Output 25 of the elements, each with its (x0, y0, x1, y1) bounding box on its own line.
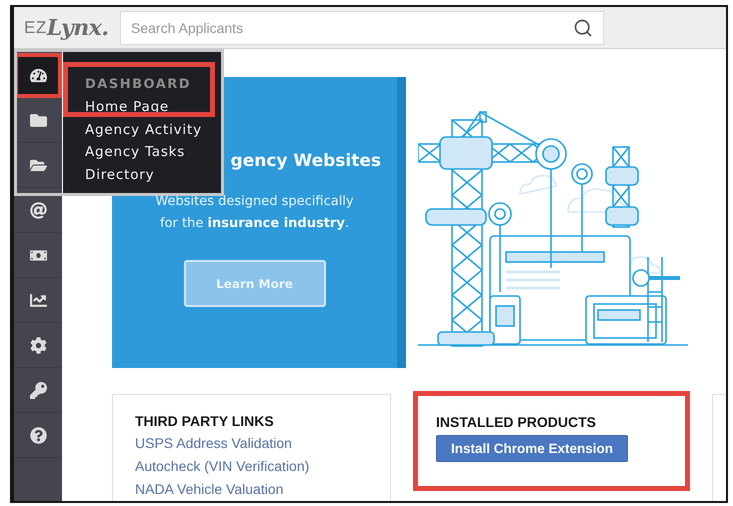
banner-title: gency Websites (230, 151, 381, 171)
search-field[interactable]: Search Applicants (120, 10, 604, 44)
card-title: INSTALLED PRODUCTS (436, 414, 597, 430)
banner-text: Websites designed specifically (155, 193, 354, 211)
menu-item[interactable]: Directory (85, 164, 221, 186)
search-icon[interactable] (573, 18, 593, 38)
logo[interactable]: EZLynx. (14, 8, 120, 48)
install-extension-button[interactable]: Install Chrome Extension (436, 435, 628, 462)
menu-item[interactable]: Home Page (85, 96, 221, 118)
settings-icon (30, 336, 46, 354)
sidebar-item[interactable] (14, 53, 62, 98)
card-title: THIRD PARTY LINKS (135, 413, 275, 429)
at-sign-icon (30, 202, 46, 218)
link[interactable]: NADA Vehicle Valuation (135, 481, 370, 498)
speedometer-icon (30, 66, 46, 84)
banner-text: for the insurance industry. (160, 215, 349, 233)
search-input[interactable]: Search Applicants (129, 18, 573, 36)
menu-item[interactable]: Agency Tasks (85, 141, 221, 164)
help-icon (30, 426, 46, 444)
link[interactable]: Autocheck (VIN Verification) (135, 458, 370, 475)
link[interactable]: USPS Address Validation (135, 435, 370, 452)
key-icon (30, 382, 46, 398)
line-chart-icon (30, 292, 46, 308)
menu-heading: DASHBOARD (85, 76, 192, 94)
menu-item[interactable]: Agency Activity (85, 118, 221, 141)
